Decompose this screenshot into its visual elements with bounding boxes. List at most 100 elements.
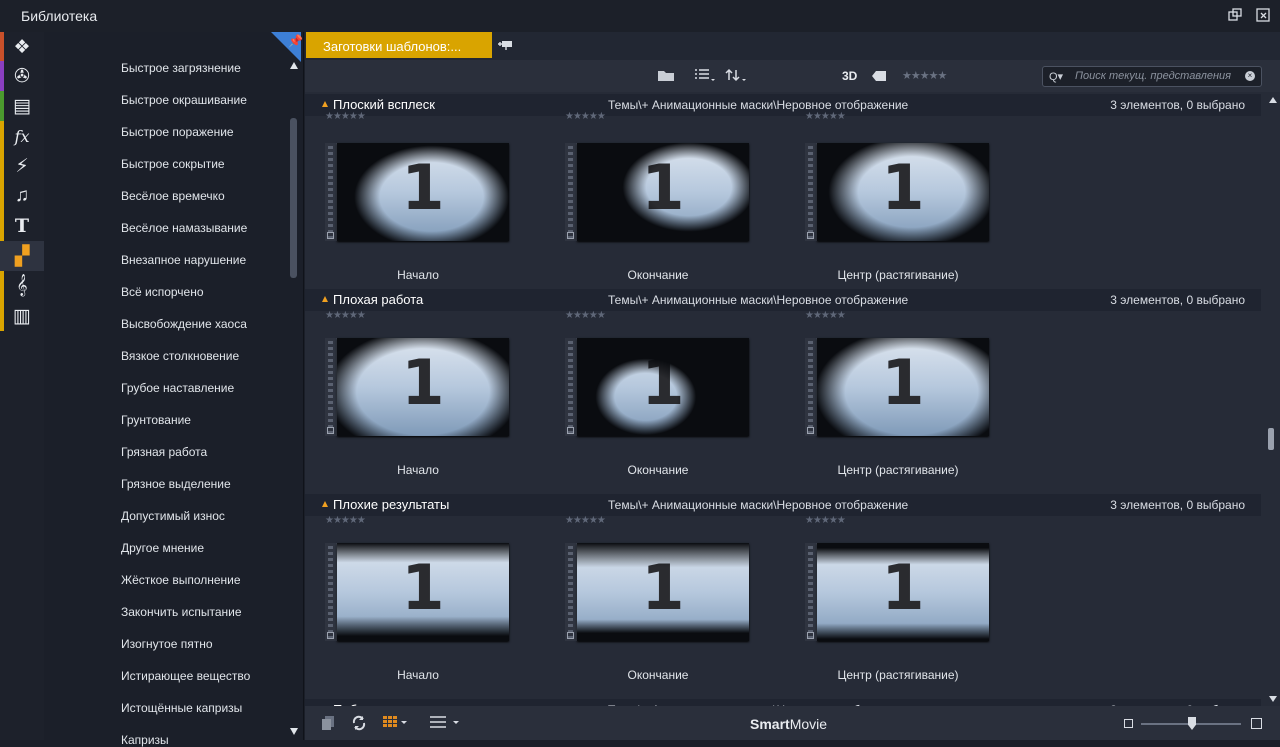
title-icon[interactable]: T [0, 211, 44, 241]
thumbnail-image: 1 [337, 338, 509, 436]
pin-icon[interactable]: 📌 [288, 34, 303, 48]
folder-item[interactable]: Грязная работа [121, 445, 207, 459]
template-thumbnail[interactable]: 1 [805, 543, 991, 641]
tag-icon[interactable] [871, 69, 887, 85]
undock-icon[interactable] [1228, 8, 1242, 22]
folder-item[interactable]: Закончить испытание [121, 605, 242, 619]
sync-icon[interactable] [351, 715, 367, 734]
folder-item[interactable]: Истощённые капризы [121, 701, 242, 715]
item-rating[interactable]: ★★★★★ [325, 310, 366, 321]
title-bar: Библиотека [0, 0, 1280, 32]
group-count: 3 элементов, 0 выбрано [1110, 98, 1245, 112]
template-label[interactable]: Центр (растягивание) [805, 268, 991, 282]
template-label[interactable]: Начало [325, 268, 511, 282]
template-label[interactable]: Центр (растягивание) [805, 463, 991, 477]
template-label[interactable]: Окончание [565, 463, 751, 477]
item-rating[interactable]: ★★★★★ [325, 515, 366, 526]
folder-scroll-up-icon[interactable] [290, 62, 298, 69]
folder-item[interactable]: Другое мнение [121, 541, 204, 555]
sound-effects-icon[interactable]: 𝄞 [0, 271, 44, 301]
close-panel-icon[interactable] [1256, 8, 1270, 22]
3d-filter-button[interactable]: 3D [842, 69, 857, 83]
folder-item[interactable]: Быстрое сокрытие [121, 157, 225, 171]
folder-item[interactable]: Быстрое загрязнение [121, 61, 241, 75]
template-thumbnail[interactable]: 1 [565, 338, 751, 436]
group-header[interactable]: Плохая работа Темы\+ Анимационные маски\Н… [305, 289, 1261, 311]
collapse-triangle-icon[interactable] [322, 296, 328, 302]
item-rating[interactable]: ★★★★★ [325, 111, 366, 122]
folder-item[interactable]: Допустимый износ [121, 509, 225, 523]
folder-item[interactable]: Внезапное нарушение [121, 253, 246, 267]
view-list-icon[interactable] [694, 68, 716, 85]
scroll-down-icon[interactable] [1269, 696, 1277, 702]
folder-item[interactable]: Грунтование [121, 413, 191, 427]
template-thumbnail[interactable]: 1 [805, 143, 991, 241]
template-thumbnail[interactable]: 1 [325, 143, 511, 241]
content-scrollbar-thumb[interactable] [1268, 428, 1274, 450]
folder-icon[interactable] [657, 68, 675, 85]
list-view-icon[interactable] [429, 715, 461, 732]
project-bin-icon[interactable]: ❖ [0, 32, 44, 62]
template-label[interactable]: Начало [325, 463, 511, 477]
template-thumbnail[interactable]: 1 [325, 338, 511, 436]
group-header[interactable]: Плохие результаты Темы\+ Анимационные мас… [305, 494, 1261, 516]
item-rating[interactable]: ★★★★★ [565, 515, 606, 526]
folder-item[interactable]: Быстрое поражение [121, 125, 234, 139]
templates-icon[interactable]: ▞ [0, 241, 44, 271]
folder-item[interactable]: Истирающее вещество [121, 669, 250, 683]
scroll-up-icon[interactable] [1269, 97, 1277, 103]
folder-item[interactable]: Всё испорчено [121, 285, 204, 299]
search-input[interactable]: Q▾ Поиск текущ. представления × [1042, 66, 1262, 87]
template-label[interactable]: Окончание [565, 268, 751, 282]
folder-item[interactable]: Быстрое окрашивание [121, 93, 247, 107]
collapse-triangle-icon[interactable] [322, 501, 328, 507]
folder-item[interactable]: Изогнутое пятно [121, 637, 213, 651]
rating-filter[interactable]: ★★★★★ [902, 69, 947, 82]
corner-mark-icon [807, 232, 814, 239]
folder-item[interactable]: Грубое наставление [121, 381, 234, 395]
group-header[interactable]: Побочная реакцияТемы\+ Анимационные маск… [305, 699, 1261, 706]
copy-icon[interactable] [320, 715, 336, 734]
template-label[interactable]: Начало [325, 668, 511, 682]
item-rating[interactable]: ★★★★★ [805, 310, 846, 321]
folder-item[interactable]: Жёсткое выполнение [121, 573, 241, 587]
filmstrip [565, 543, 577, 641]
clear-search-icon[interactable]: × [1245, 71, 1255, 81]
template-thumbnail[interactable]: 1 [325, 543, 511, 641]
content-scrollbar[interactable] [1265, 92, 1280, 706]
template-label[interactable]: Окончание [565, 668, 751, 682]
folder-item[interactable]: Весёлое намазывание [121, 221, 247, 235]
item-rating[interactable]: ★★★★★ [805, 111, 846, 122]
music-icon[interactable]: ♫ [0, 181, 44, 211]
group-header[interactable]: Плоский всплеск Темы\+ Анимационные маски… [305, 94, 1261, 116]
film-reel-icon[interactable]: ✇ [0, 61, 44, 91]
zoom-slider-knob[interactable] [1188, 717, 1196, 730]
effects-icon[interactable]: fx [0, 121, 44, 151]
photos-icon[interactable]: ▤ [0, 91, 44, 121]
item-rating[interactable]: ★★★★★ [565, 111, 606, 122]
sort-icon[interactable] [725, 68, 747, 85]
folder-item[interactable]: Весёлое времечко [121, 189, 225, 203]
folder-scrollbar-thumb[interactable] [290, 118, 297, 278]
folder-item[interactable]: Капризы [121, 733, 169, 747]
folder-item[interactable]: Вязкое столкновение [121, 349, 239, 363]
grid-view-icon[interactable] [382, 715, 408, 732]
smartmovie-button[interactable]: SmartMovie [750, 716, 827, 732]
folder-item[interactable]: Высвобождение хаоса [121, 317, 247, 331]
zoom-out-icon[interactable] [1124, 719, 1133, 728]
add-tab-icon[interactable] [497, 39, 513, 51]
item-rating[interactable]: ★★★★★ [805, 515, 846, 526]
piano-icon[interactable]: ▥ [0, 301, 44, 331]
template-thumbnail[interactable]: 1 [565, 143, 751, 241]
search-icon[interactable]: Q▾ [1049, 70, 1063, 83]
template-thumbnail[interactable]: 1 [565, 543, 751, 641]
folder-scroll-down-icon[interactable] [290, 728, 298, 735]
tab-templates[interactable]: Заготовки шаблонов:... [306, 32, 492, 58]
folder-item[interactable]: Грязное выделение [121, 477, 231, 491]
template-label[interactable]: Центр (растягивание) [805, 668, 991, 682]
template-thumbnail[interactable]: 1 [805, 338, 991, 436]
transitions-icon[interactable]: ⚡ [0, 151, 44, 181]
item-rating[interactable]: ★★★★★ [565, 310, 606, 321]
zoom-in-icon[interactable] [1251, 718, 1262, 729]
collapse-triangle-icon[interactable] [322, 101, 328, 107]
